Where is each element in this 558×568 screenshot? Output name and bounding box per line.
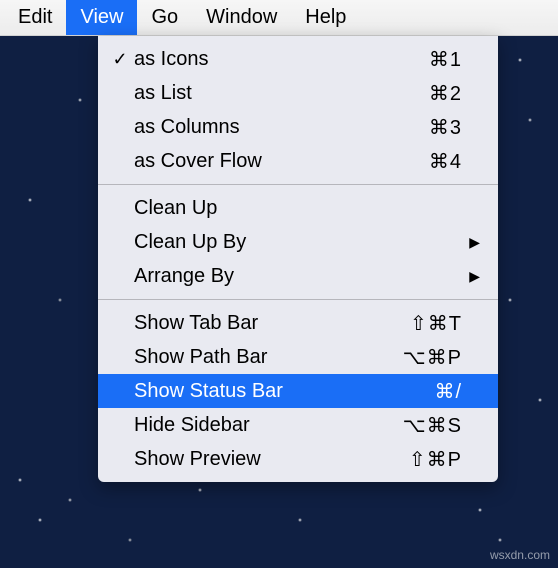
menu-item-label: Show Status Bar xyxy=(132,380,392,403)
menu-item-shortcut: ⌘/ xyxy=(392,379,462,404)
menubar: Edit View Go Window Help xyxy=(0,0,558,36)
menubar-item-help[interactable]: Help xyxy=(291,0,360,35)
menu-item-label: Clean Up By xyxy=(132,231,392,254)
menubar-item-edit[interactable]: Edit xyxy=(4,0,66,35)
menu-separator xyxy=(98,184,498,185)
menu-item-label: Show Tab Bar xyxy=(132,312,392,335)
menu-item-shortcut: ⌘2 xyxy=(392,81,462,106)
menu-item-as-icons[interactable]: ✓ as Icons ⌘1 xyxy=(98,42,498,76)
menubar-item-go[interactable]: Go xyxy=(137,0,192,35)
menu-item-shortcut: ⌥⌘S xyxy=(392,413,462,438)
menu-item-label: as Icons xyxy=(132,48,392,71)
menu-item-show-tab-bar[interactable]: Show Tab Bar ⇧⌘T xyxy=(98,306,498,340)
menu-item-label: as List xyxy=(132,82,392,105)
menu-item-show-status-bar[interactable]: Show Status Bar ⌘/ xyxy=(98,374,498,408)
menu-item-as-cover-flow[interactable]: as Cover Flow ⌘4 xyxy=(98,144,498,178)
menu-item-arrange-by[interactable]: Arrange By ▶ xyxy=(98,259,498,293)
menu-item-label: Show Preview xyxy=(132,448,392,471)
menu-item-show-path-bar[interactable]: Show Path Bar ⌥⌘P xyxy=(98,340,498,374)
menu-item-label: Hide Sidebar xyxy=(132,414,392,437)
menu-item-shortcut: ⌥⌘P xyxy=(392,345,462,370)
menu-item-hide-sidebar[interactable]: Hide Sidebar ⌥⌘S xyxy=(98,408,498,442)
view-menu-dropdown: ✓ as Icons ⌘1 as List ⌘2 as Columns ⌘3 a… xyxy=(98,36,498,482)
menu-item-clean-up[interactable]: Clean Up xyxy=(98,191,498,225)
menu-separator xyxy=(98,299,498,300)
checkmark-icon: ✓ xyxy=(108,49,132,70)
menu-item-shortcut: ⌘4 xyxy=(392,149,462,174)
menu-item-as-columns[interactable]: as Columns ⌘3 xyxy=(98,110,498,144)
watermark-text: wsxdn.com xyxy=(490,548,550,562)
menu-item-label: Show Path Bar xyxy=(132,346,392,369)
menu-item-shortcut: ⌘3 xyxy=(392,115,462,140)
menu-item-label: as Cover Flow xyxy=(132,150,392,173)
menu-item-show-preview[interactable]: Show Preview ⇧⌘P xyxy=(98,442,498,476)
menu-item-label: Arrange By xyxy=(132,265,392,288)
menu-item-shortcut: ⇧⌘P xyxy=(392,447,462,472)
menubar-item-view[interactable]: View xyxy=(66,0,137,35)
menu-item-clean-up-by[interactable]: Clean Up By ▶ xyxy=(98,225,498,259)
menu-item-shortcut: ⌘1 xyxy=(392,47,462,72)
chevron-right-icon: ▶ xyxy=(462,234,480,251)
menu-item-label: Clean Up xyxy=(132,197,392,220)
chevron-right-icon: ▶ xyxy=(462,268,480,285)
menubar-item-window[interactable]: Window xyxy=(192,0,291,35)
menu-item-as-list[interactable]: as List ⌘2 xyxy=(98,76,498,110)
menu-item-shortcut: ⇧⌘T xyxy=(392,311,462,336)
menu-item-label: as Columns xyxy=(132,116,392,139)
